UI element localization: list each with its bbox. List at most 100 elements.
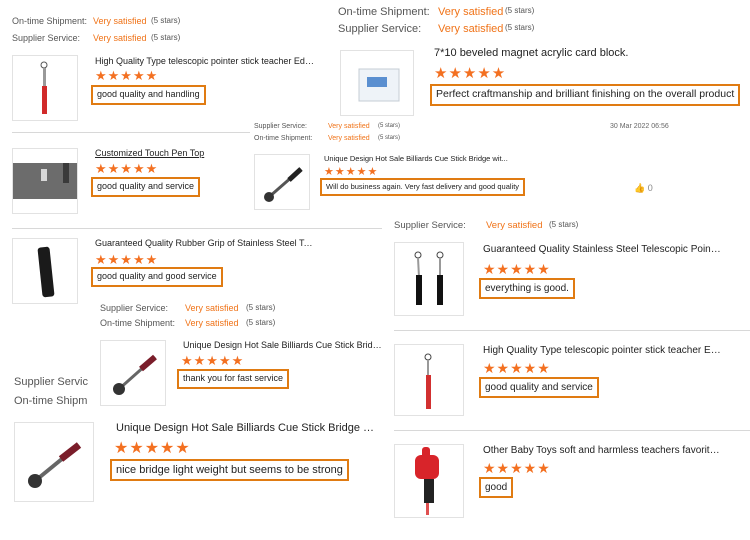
five-star-rating: ★★★★★ bbox=[114, 440, 191, 457]
ontime-rating-row-partial: On-time Shipm bbox=[14, 395, 94, 409]
five-star-rating: ★★★★★ bbox=[181, 353, 245, 368]
review-date: 30 Mar 2022 06:56 bbox=[610, 123, 669, 130]
rubber-grip-image bbox=[37, 246, 55, 298]
five-star-rating: ★★★★★ bbox=[95, 68, 159, 83]
review-text-box: good quality and good service bbox=[91, 267, 223, 287]
review-card-high-quality-pointer: High Quality Type telescopic pointer sti… bbox=[390, 332, 750, 428]
review-text-box: good quality and service bbox=[91, 177, 201, 197]
review-text-box: good quality and handling bbox=[91, 85, 206, 105]
supplier-label: Supplier Service: bbox=[338, 23, 422, 35]
supplier-label: Supplier Service: bbox=[12, 33, 81, 43]
divider bbox=[394, 330, 750, 331]
review-text-box: Perfect craftmanship and brilliant finis… bbox=[430, 84, 741, 106]
review-card-cue-stick-large: Unique Design Hot Sale Billiards Cue Sti… bbox=[10, 414, 390, 508]
like-button[interactable]: 👍 0 bbox=[634, 183, 653, 194]
review-card-top-left: On-time Shipment: Very satisfied (5 star… bbox=[0, 0, 330, 126]
telescopic-pointer-image bbox=[40, 61, 48, 114]
five-star-rating: ★★★★★ bbox=[483, 460, 551, 476]
ontime-value: Very satisfied bbox=[185, 318, 239, 328]
foam-hand-image bbox=[415, 447, 439, 515]
review-card-pen-top: Customized Touch Pen Top ★★★★★ good qual… bbox=[0, 134, 252, 226]
review-text-box: good quality and service bbox=[479, 377, 599, 398]
product-image-cue-bridge[interactable] bbox=[254, 154, 310, 210]
review-text-box: nice bridge light weight but seems to be… bbox=[110, 459, 349, 482]
product-title-link[interactable]: 7*10 beveled magnet acrylic card block. bbox=[434, 47, 734, 59]
five-star-rating: ★★★★★ bbox=[324, 166, 379, 178]
review-card-guaranteed-pointer: Supplier Service: Very satisfied (5 star… bbox=[390, 216, 750, 328]
review-card-rubber-grip: Guaranteed Quality Rubber Grip of Stainl… bbox=[0, 230, 380, 304]
acrylic-card-image bbox=[358, 68, 400, 102]
supplier-value: Very satisfied bbox=[438, 23, 504, 35]
ontime-label: On-time Shipment: bbox=[338, 6, 430, 18]
supplier-label: Supplier Service: bbox=[254, 123, 307, 130]
ontime-stars-text: (5 stars) bbox=[151, 16, 181, 25]
ontime-label: On-time Shipm bbox=[14, 395, 88, 407]
review-card-baby-toys: Other Baby Toys soft and harmless teache… bbox=[390, 432, 750, 522]
product-title-link[interactable]: Guaranteed Quality Rubber Grip of Stainl… bbox=[95, 238, 315, 248]
supplier-stars-text: (5 stars) bbox=[505, 23, 535, 32]
ontime-label: On-time Shipment: bbox=[12, 16, 88, 26]
ontime-stars-text: (5 stars) bbox=[246, 318, 276, 327]
product-image-card-block[interactable] bbox=[340, 50, 414, 116]
supplier-stars-text: (5 stars) bbox=[549, 220, 579, 229]
review-text-box: good bbox=[479, 477, 514, 498]
review-text-box: thank you for fast service bbox=[177, 369, 290, 389]
ontime-rating-row: On-time Shipment: Very satisfied (5 star… bbox=[254, 135, 454, 146]
ontime-rating-row: On-time Shipment: Very satisfied (5 star… bbox=[100, 318, 350, 330]
supplier-rating-row: Supplier Service: Very satisfied (5 star… bbox=[394, 220, 644, 232]
divider bbox=[394, 430, 750, 431]
product-image-foam-hand[interactable] bbox=[394, 444, 464, 518]
supplier-value: Very satisfied bbox=[93, 33, 147, 43]
product-image-pointer[interactable] bbox=[12, 55, 78, 121]
thumbs-up-icon: 👍 bbox=[634, 183, 646, 193]
product-image-cue-bridge[interactable] bbox=[100, 340, 166, 406]
supplier-stars-text: (5 stars) bbox=[246, 303, 276, 312]
supplier-rating-row: Supplier Service: Very satisfied (5 star… bbox=[338, 23, 598, 37]
product-title-link[interactable]: Other Baby Toys soft and harmless teache… bbox=[483, 445, 723, 456]
review-card-cue-stick-small: Supplier Service: Very satisfied (5 star… bbox=[250, 120, 670, 214]
product-image-grip[interactable] bbox=[12, 238, 78, 304]
review-card-top-right: On-time Shipment: Very satisfied (5 star… bbox=[332, 0, 750, 120]
five-star-rating: ★★★★★ bbox=[95, 161, 159, 176]
cue-bridge-image bbox=[113, 354, 157, 395]
cue-bridge-image bbox=[28, 442, 82, 488]
ontime-value: Very satisfied bbox=[328, 135, 370, 142]
review-text-box: Will do business again. Very fast delive… bbox=[320, 178, 526, 196]
supplier-stars-text: (5 stars) bbox=[378, 123, 401, 129]
product-title-link[interactable]: High Quality Type telescopic pointer sti… bbox=[95, 56, 315, 66]
supplier-label: Supplier Servic bbox=[14, 376, 88, 388]
supplier-label: Supplier Service: bbox=[100, 303, 169, 313]
ontime-stars-text: (5 stars) bbox=[378, 135, 401, 141]
cue-bridge-image bbox=[264, 167, 303, 202]
five-star-rating: ★★★★★ bbox=[434, 65, 507, 82]
supplier-value: Very satisfied bbox=[185, 303, 239, 313]
pen-top-image bbox=[13, 163, 77, 199]
product-image-cue-bridge[interactable] bbox=[14, 422, 94, 502]
product-title-link[interactable]: Unique Design Hot Sale Billiards Cue Sti… bbox=[324, 154, 524, 163]
product-title-link[interactable]: Guaranteed Quality Stainless Steel Teles… bbox=[483, 244, 723, 255]
product-title-link[interactable]: Customized Touch Pen Top bbox=[95, 148, 245, 158]
ontime-value: Very satisfied bbox=[438, 6, 504, 18]
supplier-rating-row-partial: Supplier Servic bbox=[14, 376, 94, 390]
supplier-value: Very satisfied bbox=[486, 220, 543, 231]
product-image-pointer[interactable] bbox=[394, 344, 464, 416]
supplier-rating-row: Supplier Service: Very satisfied (5 star… bbox=[12, 33, 312, 45]
review-card-cue-stick-mid: Supplier Service: Very satisfied (5 star… bbox=[96, 298, 386, 410]
ontime-rating-row: On-time Shipment: Very satisfied (5 star… bbox=[12, 16, 312, 28]
product-image-pointer[interactable] bbox=[394, 242, 464, 316]
five-star-rating: ★★★★★ bbox=[483, 360, 551, 376]
divider bbox=[12, 132, 252, 133]
telescopic-pointer-image bbox=[424, 353, 432, 409]
ontime-label: On-time Shipment: bbox=[100, 318, 176, 328]
product-title-link[interactable]: Unique Design Hot Sale Billiards Cue Sti… bbox=[116, 422, 378, 434]
five-star-rating: ★★★★★ bbox=[483, 261, 551, 277]
telescopic-pointer-image bbox=[414, 251, 444, 305]
supplier-rating-row: Supplier Service: Very satisfied (5 star… bbox=[100, 303, 350, 315]
product-image-pen[interactable] bbox=[12, 148, 78, 214]
supplier-label: Supplier Service: bbox=[394, 220, 466, 231]
ontime-value: Very satisfied bbox=[93, 16, 147, 26]
product-title-link[interactable]: High Quality Type telescopic pointer sti… bbox=[483, 345, 723, 356]
like-count: 0 bbox=[647, 183, 653, 193]
product-title-link[interactable]: Unique Design Hot Sale Billiards Cue Sti… bbox=[183, 340, 383, 350]
supplier-stars-text: (5 stars) bbox=[151, 33, 181, 42]
